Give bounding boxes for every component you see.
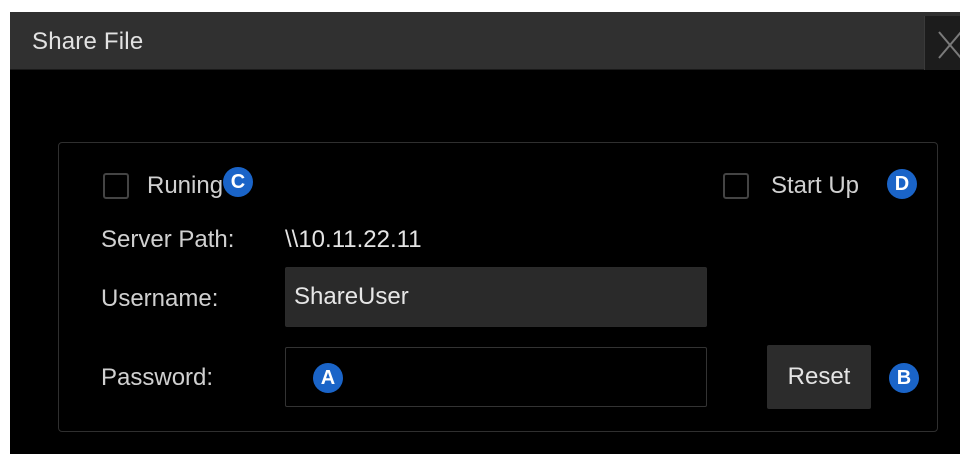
running-checkbox[interactable] bbox=[103, 173, 129, 199]
server-path-label: Server Path: bbox=[101, 226, 235, 253]
title-bar: Share File bbox=[10, 12, 960, 70]
share-file-dialog: Share File Runing C Start Up D Server Pa… bbox=[10, 12, 960, 454]
callout-badge-a: A bbox=[313, 363, 343, 393]
password-field[interactable] bbox=[285, 347, 707, 407]
startup-checkbox[interactable] bbox=[723, 173, 749, 199]
callout-badge-d: D bbox=[887, 169, 917, 199]
settings-panel: Runing C Start Up D Server Path: \\10.11… bbox=[58, 142, 938, 432]
close-button[interactable] bbox=[924, 16, 960, 70]
dialog-title: Share File bbox=[32, 28, 144, 55]
startup-label: Start Up bbox=[771, 172, 860, 199]
username-field[interactable] bbox=[285, 267, 707, 327]
reset-button[interactable]: Reset bbox=[767, 345, 871, 409]
callout-badge-b: B bbox=[889, 363, 919, 393]
callout-badge-c: C bbox=[223, 167, 253, 197]
username-label: Username: bbox=[101, 285, 219, 312]
close-icon bbox=[938, 31, 960, 59]
server-path-value: \\10.11.22.11 bbox=[285, 226, 422, 253]
password-label: Password: bbox=[101, 364, 214, 391]
running-label: Runing bbox=[147, 172, 224, 199]
